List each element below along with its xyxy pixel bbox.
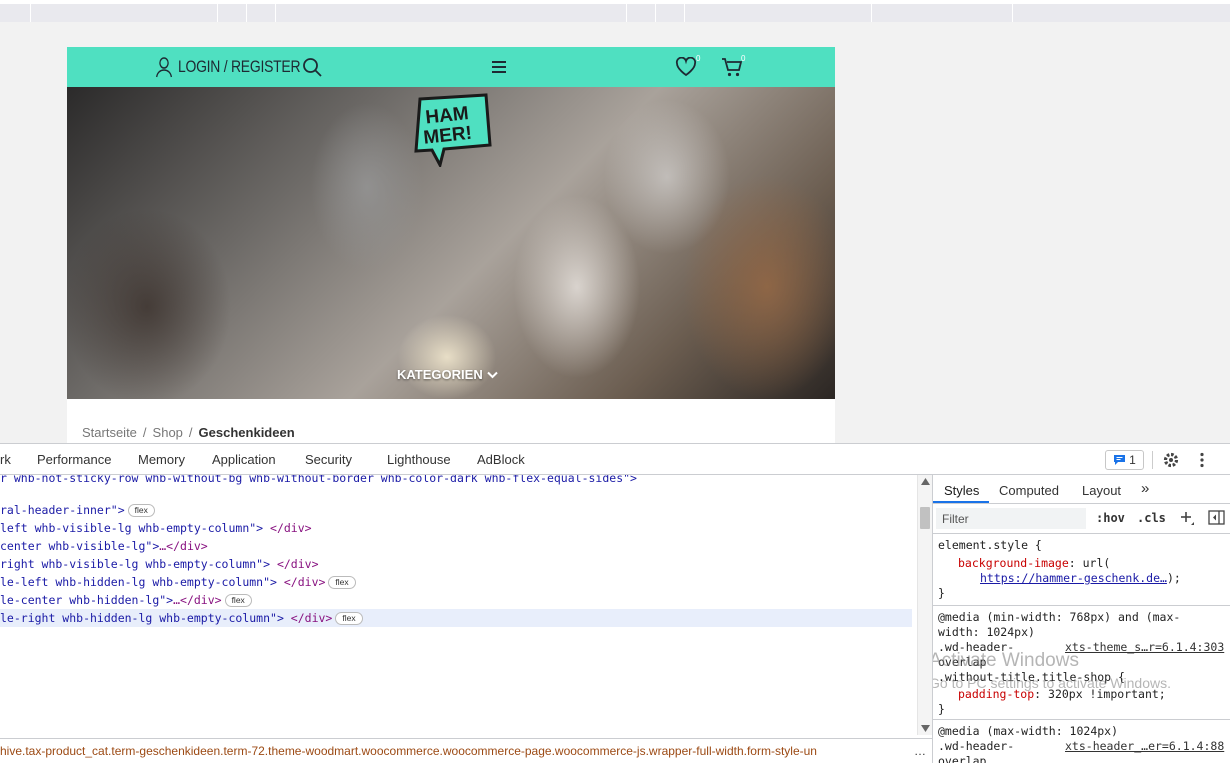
tab-memory[interactable]: Memory (138, 452, 185, 467)
hero-image: HAM MER! KATEGORIEN (67, 87, 835, 399)
hamburger-icon (492, 61, 506, 73)
dom-node-line[interactable]: ral-header-inner"> flex (0, 501, 155, 519)
page-viewport: LOGIN / REGISTER 0 0 HAM MER! KATEGORIEN… (0, 22, 1230, 443)
background-image-url-link[interactable]: https://hammer-geschenk.de… (980, 571, 1167, 585)
login-register-link[interactable]: LOGIN / REGISTER (155, 55, 301, 79)
chevron-down-icon (487, 371, 498, 378)
hover-state-toggle[interactable]: :hov (1096, 511, 1125, 525)
kategorien-dropdown[interactable]: KATEGORIEN (397, 367, 498, 382)
cart-icon (722, 58, 743, 77)
devtools-panel: rk Performance Memory Application Securi… (0, 443, 1230, 763)
site-header: LOGIN / REGISTER 0 0 (67, 47, 835, 87)
wishlist-count: 0 (696, 54, 701, 63)
dom-breadcrumb-bar[interactable]: hive.tax-product_cat.term-geschenkideen.… (0, 738, 932, 763)
gear-icon (1163, 452, 1179, 468)
css-property[interactable]: background-image (958, 556, 1069, 570)
login-register-label: LOGIN / REGISTER (177, 57, 301, 76)
rule-media-header: @media (max-width: 1024px) .wd-header- x… (938, 724, 1225, 763)
styles-filter-row: :hov .cls (933, 504, 1230, 534)
menu-button[interactable] (491, 60, 507, 79)
search-button[interactable] (302, 57, 323, 83)
styles-pane: Styles Computed Layout » :hov .cls eleme… (932, 475, 1230, 763)
tab-styles[interactable]: Styles (944, 483, 979, 498)
breadcrumb: Startseite / Shop / Geschenkideen (82, 425, 295, 440)
dom-node-line[interactable]: le-right whb-hidden-lg whb-empty-column"… (0, 609, 912, 627)
elements-tree: r whb-not-sticky-row whb-without-bg whb-… (0, 475, 917, 735)
rule-selector: element.style { (938, 538, 1042, 552)
issues-count: 1 (1129, 453, 1136, 467)
more-options-button[interactable] (1198, 452, 1206, 471)
breadcrumb-shop[interactable]: Shop (153, 425, 183, 440)
tab-lighthouse[interactable]: Lighthouse (387, 452, 451, 467)
dom-node-line[interactable]: r whb-not-sticky-row whb-without-bg whb-… (0, 475, 637, 487)
dom-node-line[interactable]: left whb-visible-lg whb-empty-column"> <… (0, 519, 312, 537)
dom-path-text[interactable]: hive.tax-product_cat.term-geschenkideen.… (0, 739, 817, 763)
rule-element-style: element.style { background-image: url( h… (938, 538, 1230, 601)
styles-filter-input[interactable] (936, 508, 1086, 529)
flex-badge[interactable]: flex (127, 504, 155, 517)
cart-count: 0 (741, 54, 746, 63)
more-tabs-button[interactable]: » (1141, 480, 1149, 497)
flex-badge[interactable]: flex (335, 612, 363, 625)
dom-node-line[interactable]: le-center whb-hidden-lg">…</div> flex (0, 591, 252, 609)
breadcrumb-home[interactable]: Startseite (82, 425, 137, 440)
tab-application[interactable]: Application (212, 452, 276, 467)
elements-scrollbar[interactable] (917, 475, 932, 735)
settings-button[interactable] (1162, 451, 1180, 472)
devtools-tabbar: rk Performance Memory Application Securi… (0, 444, 1230, 475)
dom-path-more[interactable]: … (914, 739, 926, 763)
rule-media-overlap: @media (min-width: 768px) and (max- widt… (938, 610, 1225, 716)
heart-icon (675, 56, 697, 77)
tab-adblock[interactable]: AdBlock (477, 452, 525, 467)
tab-performance[interactable]: Performance (37, 452, 111, 467)
stylesheet-source-link[interactable]: xts-header_…er=6.1.4:88 (1065, 739, 1224, 754)
tab-layout[interactable]: Layout (1082, 483, 1121, 498)
message-icon (1114, 455, 1126, 465)
kategorien-label: KATEGORIEN (397, 367, 483, 382)
wishlist-button[interactable]: 0 (675, 54, 701, 82)
add-rule-icon[interactable] (1179, 510, 1195, 526)
flex-badge[interactable]: flex (328, 576, 356, 589)
dom-node-line[interactable]: right whb-visible-lg whb-empty-column"> … (0, 555, 319, 573)
user-icon (155, 57, 173, 78)
stylesheet-source-link[interactable]: xts-theme_s…r=6.1.4:303 (1065, 640, 1224, 655)
breadcrumb-current: Geschenkideen (198, 425, 295, 440)
screen: LOGIN / REGISTER 0 0 HAM MER! KATEGORIEN… (0, 0, 1230, 763)
tab-network[interactable]: rk (0, 452, 11, 467)
issues-button[interactable]: 1 (1105, 450, 1144, 470)
dom-node-line[interactable]: le-left whb-hidden-lg whb-empty-column">… (0, 573, 356, 591)
search-icon (303, 58, 322, 77)
class-toggle[interactable]: .cls (1137, 511, 1166, 525)
web-page: LOGIN / REGISTER 0 0 HAM MER! KATEGORIEN… (67, 47, 835, 443)
styles-tabbar: Styles Computed Layout » (933, 475, 1230, 504)
kebab-menu-icon (1200, 452, 1204, 468)
tab-security[interactable]: Security (305, 452, 352, 467)
hammer-logo[interactable]: HAM MER! (410, 93, 492, 167)
flex-badge[interactable]: flex (224, 594, 252, 607)
sidebar-toggle-icon[interactable] (1208, 510, 1225, 525)
cart-button[interactable]: 0 (721, 54, 746, 83)
dom-node-line[interactable]: center whb-visible-lg">…</div> (0, 537, 208, 555)
tab-computed[interactable]: Computed (999, 483, 1059, 498)
device-ruler (0, 0, 1230, 22)
css-property[interactable]: padding-top (958, 687, 1034, 701)
